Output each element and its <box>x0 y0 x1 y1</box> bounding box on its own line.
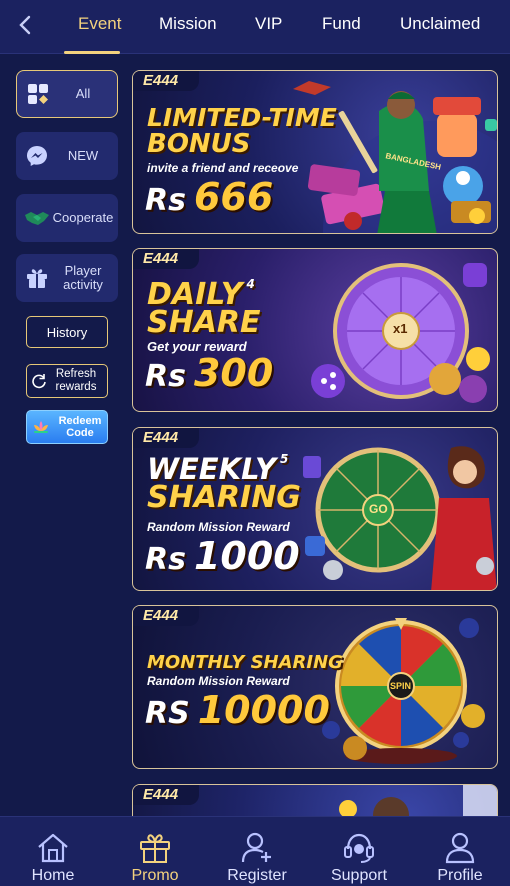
wheel-center-label: GO <box>369 502 388 516</box>
bottom-nav-label: Support <box>330 867 388 884</box>
bottom-nav-label: Profile <box>437 867 483 884</box>
banner-badge: 5 <box>280 452 289 466</box>
currency-label: Rs <box>145 542 186 577</box>
messenger-icon <box>22 141 52 171</box>
sidebar-item-new[interactable]: NEW <box>16 132 118 180</box>
gift-icon <box>137 831 173 865</box>
gift-icon <box>22 263 52 293</box>
banner-title-line2: SHARE <box>147 305 261 340</box>
sidebar-item-label: Player activity <box>63 263 103 292</box>
refresh-icon <box>31 373 47 389</box>
bottom-nav: Home Promo Register Support Profile <box>0 816 510 886</box>
wheel-center-label: x1 <box>393 321 408 336</box>
refresh-rewards-label: Refresh rewards <box>55 368 97 393</box>
home-icon <box>35 831 71 865</box>
headset-icon <box>341 831 377 865</box>
brand-tag: E444 <box>133 71 199 91</box>
sidebar-item-label: Cooperate <box>52 210 114 225</box>
amount-value: 666 <box>193 175 274 219</box>
wheel-center-label: SPIN <box>390 681 412 691</box>
banner-badge: 4 <box>246 277 255 291</box>
active-tab-indicator <box>64 51 120 54</box>
sidebar-item-label: NEW <box>67 148 99 163</box>
history-button[interactable]: History <box>26 316 108 348</box>
banner-title: MONTHLY SHARING <box>147 652 343 673</box>
handshake-icon <box>22 203 52 233</box>
refresh-rewards-button[interactable]: Refresh rewards <box>26 364 108 398</box>
banner-amount: Rs 1000 <box>145 534 300 578</box>
redeem-code-label: Redeem Code <box>58 415 102 439</box>
tab-mission[interactable]: Mission <box>159 14 217 34</box>
promo-banner-monthly-sharing[interactable]: SPIN E444 MONTHLY SHARING Random Mission… <box>132 605 498 769</box>
sidebar-item-label: All <box>75 86 91 101</box>
banner-subtitle: Random Mission Reward <box>147 674 290 688</box>
banner-title-line2: SHARING <box>147 480 301 515</box>
chevron-left-icon <box>19 15 31 35</box>
banner-title: LIMITED-TIME <box>147 103 337 132</box>
banner-amount: Rs 666 <box>145 175 273 219</box>
brand-tag: E444 <box>133 785 199 805</box>
bottom-nav-register[interactable]: Register <box>212 817 302 886</box>
history-label: History <box>46 324 88 340</box>
redeem-code-button[interactable]: Redeem Code <box>26 410 108 444</box>
bottom-nav-support[interactable]: Support <box>314 817 404 886</box>
promo-banner-weekly-sharing[interactable]: GO E444 WEEKLY 5 SHARING Random Mission R… <box>132 427 498 591</box>
grid-icon <box>23 79 53 109</box>
currency-label: Rs <box>145 359 186 394</box>
bottom-nav-label: Register <box>227 867 287 884</box>
tab-unclaimed[interactable]: Unclaimed <box>400 14 480 34</box>
brand-tag: E444 <box>133 249 199 269</box>
banner-title-line2: BONUS <box>147 129 251 159</box>
banner-amount: RS 10000 <box>145 688 330 732</box>
back-button[interactable] <box>12 12 38 38</box>
brand-tag: E444 <box>133 606 199 626</box>
amount-value: 1000 <box>193 534 300 578</box>
bottom-nav-label: Home <box>31 867 75 884</box>
brand-tag: E444 <box>133 428 199 448</box>
promo-banner-limited-time-bonus[interactable]: BANGLADESH E444 LIMITED-TIME BONUS invit… <box>132 70 498 234</box>
bottom-nav-promo[interactable]: Promo <box>110 817 200 886</box>
sidebar-item-player-activity[interactable]: Player activity <box>16 254 118 302</box>
bottom-nav-label: Promo <box>131 867 179 884</box>
bottom-nav-profile[interactable]: Profile <box>415 817 505 886</box>
bottom-nav-home[interactable]: Home <box>8 817 98 886</box>
sidebar-item-all[interactable]: All <box>16 70 118 118</box>
user-icon <box>442 831 478 865</box>
amount-value: 300 <box>193 351 274 395</box>
tab-fund[interactable]: Fund <box>322 14 361 34</box>
amount-value: 10000 <box>197 688 330 732</box>
currency-label: Rs <box>145 183 186 218</box>
banner-subtitle: invite a friend and receove <box>147 161 299 175</box>
promo-banner-daily-share[interactable]: x1 E444 DAILY 4 SHARE Get your reward Rs 3… <box>132 248 498 412</box>
banner-subtitle: Random Mission Reward <box>147 520 290 534</box>
add-user-icon <box>239 831 275 865</box>
tab-event[interactable]: Event <box>78 14 121 34</box>
sidebar-item-cooperate[interactable]: Cooperate <box>16 194 118 242</box>
currency-label: RS <box>145 696 190 731</box>
top-nav: Event Mission VIP Fund Unclaimed <box>0 0 510 54</box>
tab-vip[interactable]: VIP <box>255 14 282 34</box>
lotus-icon <box>31 419 53 435</box>
banner-amount: Rs 300 <box>145 351 273 395</box>
